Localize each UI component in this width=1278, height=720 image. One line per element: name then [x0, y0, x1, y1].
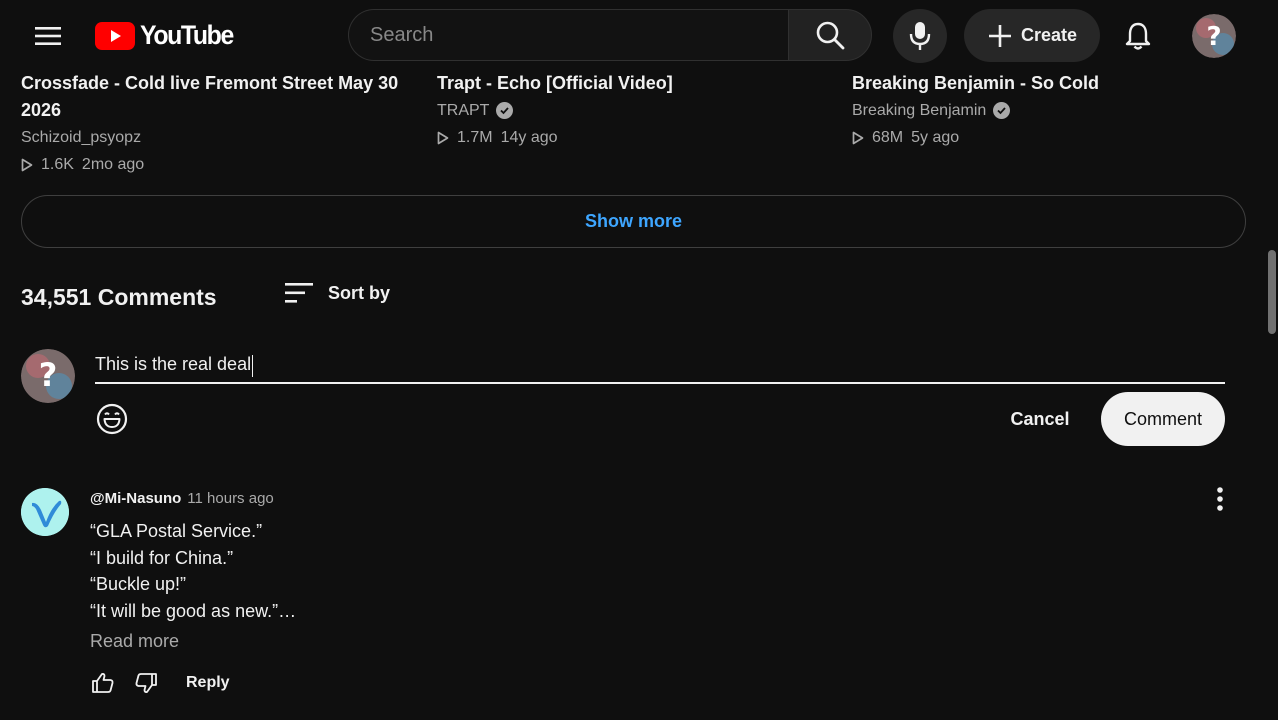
search-box[interactable]: [348, 9, 788, 61]
sort-icon: [285, 283, 313, 303]
related-video-item[interactable]: Breaking Benjamin - So Cold Breaking Ben…: [852, 70, 1252, 151]
svg-text:?: ?: [39, 356, 58, 394]
comment-draft-text: This is the real deal: [95, 354, 252, 374]
channel-name-row: TRAPT: [437, 97, 837, 124]
comment-body: “GLA Postal Service.” “I build for China…: [90, 518, 296, 624]
show-more-button[interactable]: Show more: [21, 195, 1246, 248]
upload-age: 5y ago: [911, 129, 960, 146]
view-count: 1.7M: [457, 129, 493, 146]
dislike-button[interactable]: [129, 666, 163, 700]
page-scrollbar[interactable]: [1268, 250, 1276, 334]
upload-age: 2mo ago: [81, 156, 145, 173]
like-button[interactable]: [86, 666, 120, 700]
view-count: 1.6K: [41, 156, 74, 173]
svg-text:?: ?: [1206, 22, 1221, 52]
video-meta: 68M 5y ago: [852, 124, 1252, 151]
related-video-item[interactable]: Crossfade - Cold live Fremont Street May…: [21, 70, 421, 178]
emoji-icon: [96, 403, 128, 435]
sort-by-button[interactable]: Sort by: [284, 281, 390, 305]
top-bar: YouTube Create ?: [0, 0, 1278, 70]
avatar: ?: [21, 349, 75, 403]
verified-icon: [993, 102, 1011, 119]
channel-name[interactable]: Breaking Benjamin: [852, 97, 986, 124]
channel-name-row: Schizoid_psyopz: [21, 124, 421, 151]
account-avatar[interactable]: ?: [1192, 14, 1236, 58]
channel-name[interactable]: Schizoid_psyopz: [21, 124, 141, 151]
like-icon: [92, 673, 114, 693]
reply-button[interactable]: Reply: [186, 674, 230, 692]
verified-icon: [496, 102, 514, 119]
upload-age: 14y ago: [500, 129, 558, 146]
play-icon: [852, 131, 864, 144]
voice-search-button[interactable]: [893, 9, 947, 63]
play-icon: [21, 158, 33, 171]
video-title[interactable]: Breaking Benjamin - So Cold: [852, 70, 1252, 97]
commenter-avatar[interactable]: [21, 488, 69, 536]
create-label: Create: [1020, 25, 1078, 45]
video-title[interactable]: Trapt - Echo [Official Video]: [437, 70, 837, 97]
create-button[interactable]: Create: [964, 9, 1100, 62]
comment-input[interactable]: This is the real deal: [95, 350, 1225, 384]
read-more-link[interactable]: Read more: [90, 631, 179, 652]
mic-icon: [909, 22, 931, 50]
more-vert-icon: [1217, 487, 1223, 511]
avatar: [21, 488, 69, 536]
emoji-button[interactable]: [93, 400, 131, 438]
avatar: ?: [1192, 14, 1236, 58]
search-button[interactable]: [788, 9, 872, 61]
comment-header: @Mi-Nasuno 11 hours ago: [90, 490, 274, 507]
menu-button[interactable]: [26, 16, 70, 56]
related-video-item[interactable]: Trapt - Echo [Official Video] TRAPT 1.7M…: [437, 70, 837, 151]
youtube-logo[interactable]: YouTube: [95, 20, 241, 51]
comments-count: 34,551 Comments: [21, 284, 217, 310]
channel-name-row: Breaking Benjamin: [852, 97, 1252, 124]
play-icon: [437, 131, 449, 144]
comment-line: “Buckle up!”: [90, 574, 187, 594]
channel-name[interactable]: TRAPT: [437, 97, 489, 124]
cancel-button[interactable]: Cancel: [992, 393, 1088, 445]
comment-line: “I build for China.”: [90, 547, 234, 568]
search-input[interactable]: [349, 10, 788, 60]
my-avatar: ?: [21, 349, 75, 403]
logo-wordmark: YouTube: [140, 20, 234, 50]
comment-menu-button[interactable]: [1204, 482, 1236, 516]
comment-time[interactable]: 11 hours ago: [187, 490, 273, 507]
notifications-button[interactable]: [1114, 12, 1162, 60]
view-count: 68M: [872, 129, 904, 146]
comment-actions: Reply: [86, 666, 230, 700]
comment-line: “It will be good as new.”…: [90, 600, 297, 621]
video-title[interactable]: Crossfade - Cold live Fremont Street May…: [21, 70, 421, 124]
search-icon: [816, 21, 845, 50]
comment-line: “GLA Postal Service.”: [90, 521, 263, 541]
menu-icon: [35, 27, 61, 45]
comment-submit-button[interactable]: Comment: [1101, 392, 1225, 446]
bell-icon: [1125, 22, 1151, 50]
text-caret: [252, 354, 254, 377]
youtube-logo-icon: [95, 21, 135, 50]
sort-by-label: Sort by: [328, 282, 391, 303]
video-meta: 1.6K 2mo ago: [21, 151, 421, 178]
video-meta: 1.7M 14y ago: [437, 124, 837, 151]
plus-icon: [988, 24, 1011, 47]
dislike-icon: [135, 673, 157, 693]
comment-author[interactable]: @Mi-Nasuno: [90, 490, 181, 507]
